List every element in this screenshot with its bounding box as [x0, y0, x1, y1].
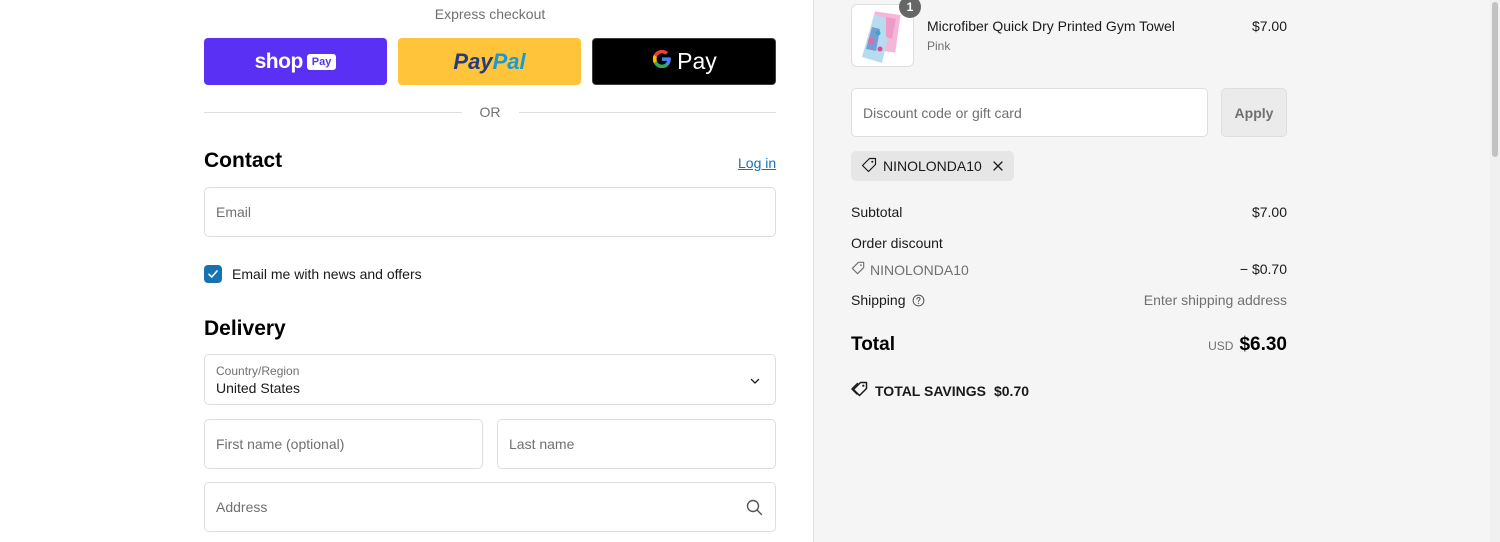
- chevron-down-icon: [749, 374, 761, 392]
- applied-discount-code: NINOLONDA10: [883, 158, 982, 174]
- country-region-select[interactable]: Country/Region United States: [204, 354, 776, 405]
- total-savings-label: TOTAL SAVINGS: [875, 382, 986, 399]
- paypal-wordmark-part1: Pay: [453, 48, 493, 74]
- order-discount-label: Order discount: [851, 235, 943, 251]
- log-in-link[interactable]: Log in: [738, 155, 813, 171]
- or-text: OR: [479, 104, 501, 120]
- page-scrollbar[interactable]: [1490, 0, 1500, 542]
- discount-code-input[interactable]: [852, 89, 1207, 136]
- tag-icon: [851, 261, 865, 278]
- shipping-label: Shipping: [851, 292, 906, 308]
- shipping-value: Enter shipping address: [1143, 292, 1287, 308]
- remove-discount-close-icon[interactable]: [992, 160, 1004, 172]
- total-value-group: USD $6.30: [1100, 334, 1287, 356]
- total-label: Total: [851, 334, 895, 355]
- product-price: $7.00: [1251, 18, 1287, 34]
- newsletter-option: Email me with news and offers: [204, 265, 422, 283]
- shop-pay-wordmark: shop: [254, 49, 304, 73]
- email-field[interactable]: [204, 187, 776, 237]
- discount-code-field[interactable]: [851, 88, 1208, 137]
- divider-line: [518, 111, 776, 113]
- newsletter-label: Email me with news and offers: [232, 266, 422, 282]
- express-checkout-title: Express checkout: [434, 6, 546, 22]
- shop-pay-button[interactable]: shop Pay: [204, 38, 387, 85]
- search-icon[interactable]: [746, 499, 763, 521]
- paypal-button[interactable]: Pay Pal: [398, 38, 581, 85]
- checkout-page: Express checkout shop Pay PayPal Pay OR: [0, 0, 1500, 542]
- total-savings-value: $0.70: [993, 382, 1030, 399]
- shipping-row: Shipping: [851, 292, 925, 308]
- delivery-heading: Delivery: [204, 317, 286, 340]
- discount-value: − $0.70: [1239, 261, 1287, 277]
- discount-code-row: NINOLONDA10: [851, 261, 969, 278]
- email-input[interactable]: [205, 188, 775, 236]
- shop-pay-badge: Pay: [306, 53, 337, 70]
- country-region-value: United States: [216, 380, 301, 396]
- newsletter-checkbox[interactable]: [204, 265, 222, 283]
- address-field[interactable]: [204, 482, 776, 532]
- country-region-label: Country/Region: [216, 364, 300, 378]
- first-name-field[interactable]: [204, 419, 483, 469]
- product-name: Microfiber Quick Dry Printed Gym Towel: [927, 18, 1175, 34]
- last-name-input[interactable]: [498, 420, 775, 468]
- subtotal-label: Subtotal: [851, 204, 903, 220]
- first-name-input[interactable]: [205, 420, 482, 468]
- google-g-icon: [651, 48, 673, 76]
- or-divider: OR: [204, 101, 776, 123]
- apply-button[interactable]: Apply: [1221, 88, 1287, 137]
- total-currency: USD: [1208, 339, 1234, 353]
- savings-tag-icon: [851, 381, 869, 400]
- checkout-form-column: Express checkout shop Pay PayPal Pay OR: [0, 0, 813, 542]
- google-pay-label: Pay: [677, 48, 717, 74]
- paypal-wordmark-part2: Pal: [492, 48, 526, 74]
- subtotal-value: $7.00: [1251, 204, 1287, 220]
- divider-line: [204, 111, 462, 113]
- product-thumbnail: 1: [851, 0, 921, 67]
- last-name-field[interactable]: [497, 419, 776, 469]
- discount-code-label: NINOLONDA10: [870, 261, 969, 278]
- checkmark-icon: [208, 270, 218, 278]
- tag-icon: [861, 157, 877, 176]
- product-variant: Pink: [927, 39, 951, 53]
- total-savings-row: TOTAL SAVINGS $0.70: [851, 381, 1029, 400]
- total-amount: $6.30: [1239, 334, 1287, 355]
- applied-discount-tag: NINOLONDA10: [851, 151, 1014, 181]
- contact-heading: Contact: [204, 149, 283, 172]
- help-circle-icon[interactable]: [912, 294, 925, 307]
- scrollbar-thumb[interactable]: [1492, 2, 1498, 157]
- google-pay-button[interactable]: Pay: [592, 38, 776, 85]
- address-input[interactable]: [205, 483, 775, 531]
